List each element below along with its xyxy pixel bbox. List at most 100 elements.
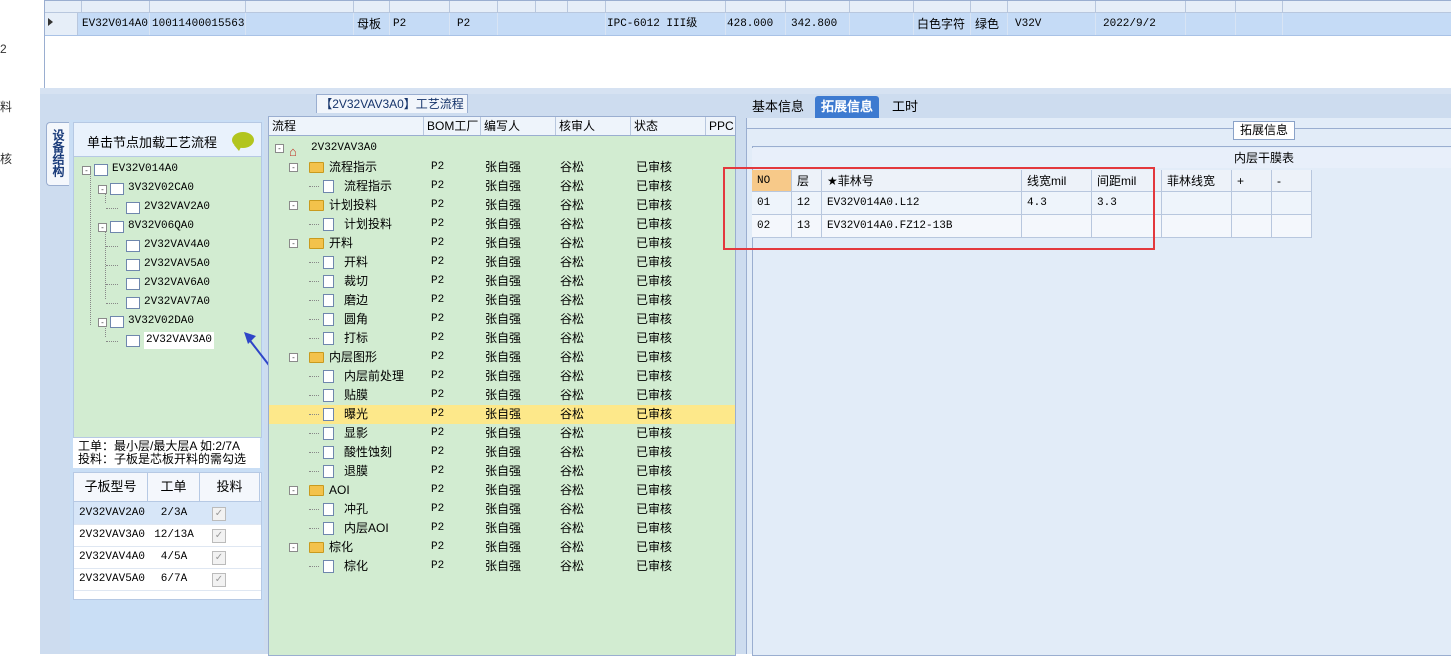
- flow-row[interactable]: - 计划投料 P2 张自强 谷松 已审核: [269, 196, 735, 215]
- cell-material-no[interactable]: 10011400015563: [152, 13, 244, 35]
- cell-code[interactable]: EV32V014A0: [82, 13, 148, 35]
- flow-row[interactable]: 内层前处理 P2 张自强 谷松 已审核: [269, 367, 735, 386]
- flow-row[interactable]: 曝光 P2 张自强 谷松 已审核: [269, 405, 735, 424]
- cell-mask-color[interactable]: 绿色: [975, 13, 999, 35]
- cell-p2[interactable]: P2: [457, 13, 470, 35]
- cell-v2[interactable]: 342.800: [791, 13, 837, 35]
- sub-board-order[interactable]: 6/7A: [148, 568, 200, 590]
- inner-grid-col-header[interactable]: -: [1272, 170, 1312, 192]
- tree-node[interactable]: 2V32VAV6A0: [144, 275, 210, 292]
- flow-row[interactable]: 计划投料 P2 张自强 谷松 已审核: [269, 215, 735, 234]
- col-status[interactable]: 状态: [630, 117, 705, 135]
- feed-checkbox[interactable]: ✓: [212, 507, 226, 521]
- flow-row[interactable]: 冲孔 P2 张自强 谷松 已审核: [269, 500, 735, 519]
- flow-row[interactable]: 磨边 P2 张自强 谷松 已审核: [269, 291, 735, 310]
- tree-node[interactable]: 2V32VAV2A0: [144, 199, 210, 216]
- flow-root[interactable]: - ⌂ 2V32VAV3A0: [269, 139, 735, 159]
- flow-writer: 张自强: [485, 502, 522, 516]
- flow-row[interactable]: - AOI P2 张自强 谷松 已审核: [269, 481, 735, 500]
- collapse-icon[interactable]: -: [289, 543, 298, 552]
- tree-node[interactable]: 2V32VAV4A0: [144, 237, 210, 254]
- board-info-grid[interactable]: EV32V014A0 10011400015563 母板 P2 P2 IPC-6…: [44, 0, 1451, 90]
- collapse-icon[interactable]: -: [289, 239, 298, 248]
- inner-grid-col-header[interactable]: 菲林线宽: [1162, 170, 1232, 192]
- flow-bom: P2: [431, 275, 445, 287]
- tree-node[interactable]: 3V32V02DA0: [128, 313, 194, 330]
- tab-work-hours[interactable]: 工时: [886, 96, 924, 118]
- sub-board-model[interactable]: 2V32VAV4A0: [79, 546, 145, 568]
- flow-row[interactable]: 酸性蚀刻 P2 张自强 谷松 已审核: [269, 443, 735, 462]
- flow-row[interactable]: 打标 P2 张自强 谷松 已审核: [269, 329, 735, 348]
- tab-equipment-structure[interactable]: 设备结构: [46, 122, 69, 186]
- sub-board-model[interactable]: 2V32VAV3A0: [79, 524, 145, 546]
- inner-grid-cell[interactable]: [1232, 215, 1272, 238]
- cell-date[interactable]: 2022/9/2: [1103, 13, 1156, 35]
- col-reviewer[interactable]: 核审人: [555, 117, 630, 135]
- inner-grid-cell[interactable]: [1162, 215, 1232, 238]
- flow-row[interactable]: - 开料 P2 张自强 谷松 已审核: [269, 234, 735, 253]
- tree-node[interactable]: 2V32VAV5A0: [144, 256, 210, 273]
- inner-grid-cell[interactable]: [1272, 192, 1312, 215]
- collapse-icon[interactable]: -: [98, 318, 107, 327]
- tab-basic-info[interactable]: 基本信息: [746, 96, 810, 118]
- inner-grid-cell[interactable]: [1232, 192, 1272, 215]
- cell-model[interactable]: V32V: [1015, 13, 1041, 35]
- flow-row[interactable]: 裁切 P2 张自强 谷松 已审核: [269, 272, 735, 291]
- grid-header: [45, 1, 1451, 13]
- flow-row[interactable]: 开料 P2 张自强 谷松 已审核: [269, 253, 735, 272]
- collapse-icon[interactable]: -: [289, 486, 298, 495]
- sub-board-order[interactable]: 12/13A: [148, 524, 200, 546]
- inner-grid-cell[interactable]: [1162, 192, 1232, 215]
- sub-board-model[interactable]: 2V32VAV5A0: [79, 568, 145, 590]
- flow-row[interactable]: - 流程指示 P2 张自强 谷松 已审核: [269, 158, 735, 177]
- flow-row[interactable]: 退膜 P2 张自强 谷松 已审核: [269, 462, 735, 481]
- flow-row[interactable]: 棕化 P2 张自强 谷松 已审核: [269, 557, 735, 576]
- cell-p1[interactable]: P2: [393, 13, 406, 35]
- flow-row[interactable]: - 棕化 P2 张自强 谷松 已审核: [269, 538, 735, 557]
- sub-board-model[interactable]: 2V32VAV2A0: [79, 502, 145, 524]
- process-flow-tree[interactable]: 流程 BOM工厂 编写人 核审人 状态 PPC - ⌂ 2V32VAV3A0 -…: [268, 116, 736, 656]
- cell-standard[interactable]: IPC-6012 III级: [607, 13, 697, 35]
- flow-row[interactable]: 贴膜 P2 张自强 谷松 已审核: [269, 386, 735, 405]
- flow-row[interactable]: 内层AOI P2 张自强 谷松 已审核: [269, 519, 735, 538]
- col-writer[interactable]: 编写人: [480, 117, 555, 135]
- collapse-icon[interactable]: -: [289, 353, 298, 362]
- tree-node[interactable]: 8V32V06QA0: [128, 218, 194, 235]
- col-ppc[interactable]: PPC: [705, 117, 735, 135]
- flow-row[interactable]: 流程指示 P2 张自强 谷松 已审核: [269, 177, 735, 196]
- row-indicator[interactable]: [45, 13, 78, 35]
- feed-checkbox[interactable]: ✓: [212, 551, 226, 565]
- sub-board-grid[interactable]: 子板型号 工单 投料 2V32VAV2A0 2/3A ✓ 2V32VAV3A0 12/13A ✓…: [73, 472, 262, 600]
- flow-status: 已审核: [636, 160, 673, 174]
- inner-grid-col-header[interactable]: +: [1232, 170, 1272, 192]
- cell-v1[interactable]: 428.000: [727, 13, 773, 35]
- sub-grid-col-header[interactable]: 投料: [200, 473, 260, 501]
- collapse-icon[interactable]: -: [98, 185, 107, 194]
- tab-extended-info[interactable]: 拓展信息: [815, 96, 880, 118]
- flow-bom: P2: [431, 313, 445, 325]
- collapse-icon[interactable]: -: [82, 166, 91, 175]
- col-bom[interactable]: BOM工厂: [423, 117, 480, 135]
- inner-grid-cell[interactable]: [1272, 215, 1312, 238]
- flow-row[interactable]: 显影 P2 张自强 谷松 已审核: [269, 424, 735, 443]
- feed-checkbox[interactable]: ✓: [212, 529, 226, 543]
- cell-board-type[interactable]: 母板: [357, 13, 381, 35]
- collapse-icon[interactable]: -: [275, 144, 284, 153]
- structure-tree[interactable]: - EV32V014A0-3V32V02CA0 2V32VAV2A0-8V32V06…: [73, 156, 262, 438]
- sub-board-order[interactable]: 4/5A: [148, 546, 200, 568]
- tree-node[interactable]: 3V32V02CA0: [128, 180, 194, 197]
- flow-row[interactable]: 圆角 P2 张自强 谷松 已审核: [269, 310, 735, 329]
- sub-grid-col-header[interactable]: 子板型号: [74, 473, 148, 501]
- cell-font-color[interactable]: 白色字符: [917, 13, 965, 35]
- tree-node[interactable]: EV32V014A0: [112, 161, 178, 178]
- col-flow[interactable]: 流程: [269, 117, 423, 135]
- tree-node[interactable]: 2V32VAV3A0: [144, 332, 215, 349]
- collapse-icon[interactable]: -: [98, 223, 107, 232]
- collapse-icon[interactable]: -: [289, 163, 298, 172]
- collapse-icon[interactable]: -: [289, 201, 298, 210]
- tree-node[interactable]: 2V32VAV7A0: [144, 294, 210, 311]
- feed-checkbox[interactable]: ✓: [212, 573, 226, 587]
- flow-row[interactable]: - 内层图形 P2 张自强 谷松 已审核: [269, 348, 735, 367]
- sub-grid-col-header[interactable]: 工单: [148, 473, 200, 501]
- sub-board-order[interactable]: 2/3A: [148, 502, 200, 524]
